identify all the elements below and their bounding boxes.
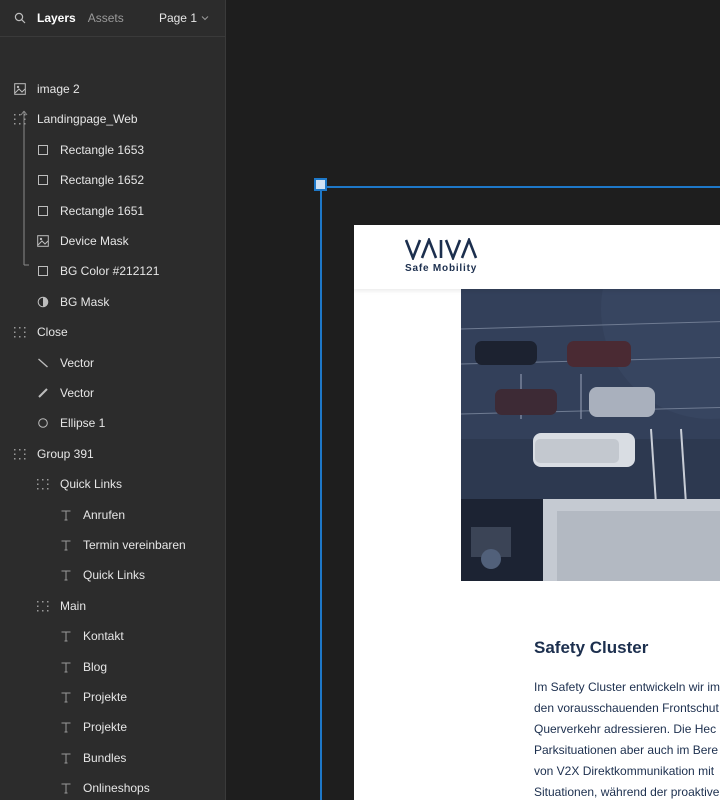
layer-label: Vector xyxy=(60,386,95,400)
rectangle-icon xyxy=(37,144,49,156)
layer-row[interactable]: Quick Links xyxy=(0,469,226,499)
layer-row[interactable]: Rectangle 1651 xyxy=(0,196,226,226)
layer-row[interactable]: image 2 xyxy=(0,74,226,104)
layer-row[interactable]: Blog xyxy=(0,652,226,682)
layer-label: Termin vereinbaren xyxy=(83,538,186,552)
layer-label: Quick Links xyxy=(83,568,146,583)
layer-row[interactable]: Projekte xyxy=(0,682,226,712)
layer-row[interactable]: Device Mask xyxy=(0,226,226,256)
layer-label: Vector xyxy=(60,355,95,370)
layer-label: image 2 xyxy=(37,82,80,96)
tab-layers[interactable]: Layers xyxy=(37,11,76,25)
text-icon xyxy=(60,569,72,581)
layer-row[interactable]: Ellipse 1 xyxy=(0,408,226,438)
frame-grid-icon xyxy=(37,600,49,612)
layer-row[interactable]: Rectangle 1652 xyxy=(0,165,226,195)
layer-label: BG Color #212121 xyxy=(60,264,160,279)
layer-row[interactable]: Main xyxy=(0,591,226,621)
layer-label: Bundles xyxy=(83,750,127,765)
layer-label: Rectangle 1653 xyxy=(60,142,145,157)
layer-row[interactable]: Close xyxy=(0,317,226,347)
text-icon xyxy=(60,509,72,521)
layer-label: Main xyxy=(60,598,87,613)
rectangle-icon xyxy=(37,205,49,217)
text-icon xyxy=(60,691,72,703)
rectangle-icon xyxy=(37,265,49,277)
pen-icon xyxy=(37,387,49,399)
canvas[interactable]: Safe Mobility Safety Cluster Im Safety C… xyxy=(227,0,720,800)
layer-label: BG Mask xyxy=(60,294,110,309)
image-icon xyxy=(14,83,26,95)
frame-grid-icon xyxy=(14,113,26,125)
ellipse-icon xyxy=(37,417,49,429)
mask-icon xyxy=(37,296,49,308)
layer-row[interactable]: Vector xyxy=(0,378,226,408)
frame-grid-icon xyxy=(14,326,26,338)
text-icon xyxy=(60,782,72,794)
vaiva-logo xyxy=(404,236,479,265)
layer-row[interactable]: Kontakt xyxy=(0,621,226,651)
layer-label: Projekte xyxy=(83,720,128,735)
layer-row[interactable]: Landingpage_Web xyxy=(0,104,226,134)
text-icon xyxy=(60,539,72,551)
selection-handle[interactable] xyxy=(314,178,327,191)
tab-assets[interactable]: Assets xyxy=(88,11,124,25)
layer-row[interactable]: Vector xyxy=(0,348,226,378)
layer-label: Group 391 xyxy=(37,446,94,461)
layer-row[interactable]: Projekte xyxy=(0,712,226,742)
layer-label: Landingpage_Web xyxy=(37,112,138,127)
layer-label: Close xyxy=(37,325,68,340)
layer-row[interactable]: Rectangle 1653 xyxy=(0,135,226,165)
layers-panel: Layers Assets Page 1 image 2 Landingpage_… xyxy=(0,0,226,800)
layer-label: Ellipse 1 xyxy=(60,416,106,431)
layer-row[interactable]: BG Color #212121 xyxy=(0,256,226,286)
text-icon xyxy=(60,630,72,642)
text-icon xyxy=(60,752,72,764)
chevron-down-icon xyxy=(201,16,209,21)
layer-label: Device Mask xyxy=(60,234,129,248)
line-icon xyxy=(37,357,49,369)
frame-grid-icon xyxy=(37,478,49,490)
layer-row[interactable]: Anrufen xyxy=(0,500,226,530)
text-icon xyxy=(60,721,72,733)
layer-row[interactable]: BG Mask xyxy=(0,287,226,317)
layer-row[interactable]: Bundles xyxy=(0,743,226,773)
layer-label: Projekte xyxy=(83,690,128,704)
layer-label: Kontakt xyxy=(83,629,124,644)
layer-row[interactable]: Quick Links xyxy=(0,560,226,590)
layer-row[interactable]: Termin vereinbaren xyxy=(0,530,226,560)
layer-label: Quick Links xyxy=(60,477,123,492)
layer-label: Onlineshops xyxy=(83,781,150,796)
layer-label: Blog xyxy=(83,659,108,674)
page-select[interactable]: Page 1 xyxy=(159,11,209,25)
layer-row[interactable]: Onlineshops xyxy=(0,773,226,800)
rectangle-icon xyxy=(37,174,49,186)
layer-row[interactable]: Group 391 xyxy=(0,439,226,469)
panel-header: Layers Assets Page 1 xyxy=(0,0,225,37)
search-icon[interactable] xyxy=(14,12,26,24)
text-icon xyxy=(60,661,72,673)
logo-subtitle: Safe Mobility xyxy=(405,263,478,274)
image-icon xyxy=(37,235,49,247)
frame-grid-icon xyxy=(14,448,26,460)
layer-label: Anrufen xyxy=(83,507,126,522)
layer-label: Rectangle 1652 xyxy=(60,173,145,188)
layer-label: Rectangle 1651 xyxy=(60,203,145,218)
page-select-label: Page 1 xyxy=(158,11,197,25)
site-header: Safe Mobility xyxy=(354,225,720,289)
